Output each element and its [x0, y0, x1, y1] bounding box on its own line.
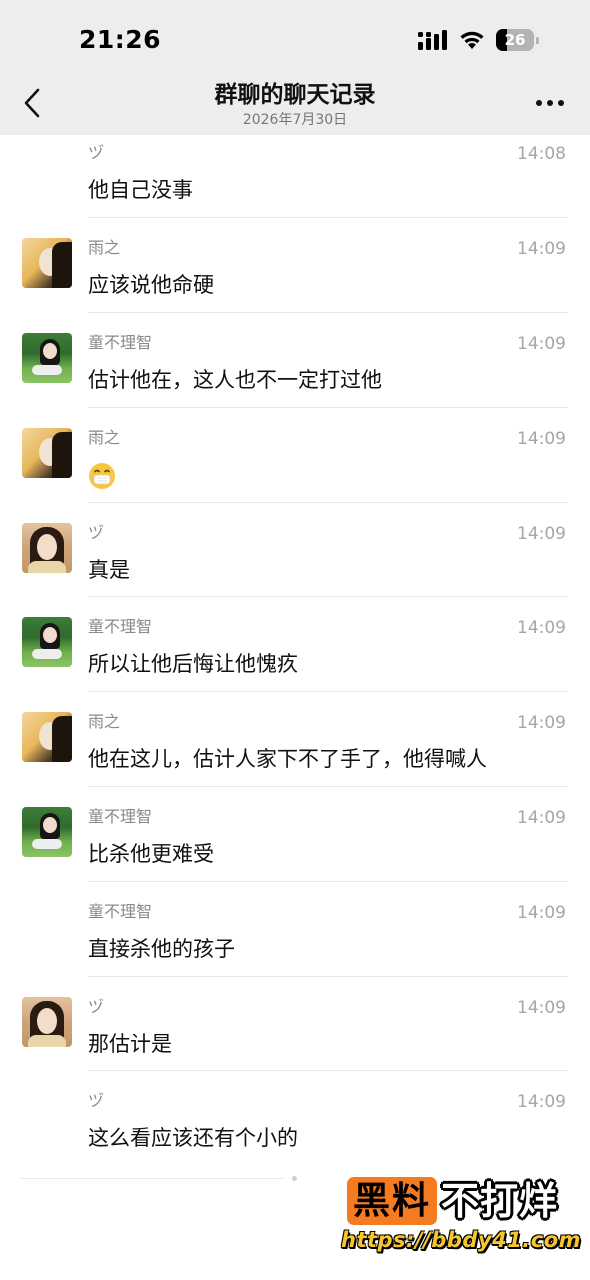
- message-text: 真是: [88, 558, 130, 582]
- divider: [88, 407, 568, 408]
- wifi-icon: [460, 31, 484, 49]
- message-item[interactable]: 童不理智 14:09 直接杀他的孩子: [0, 902, 590, 997]
- avatar[interactable]: [22, 617, 72, 667]
- page-subtitle-date: 2026年7月30日: [242, 112, 348, 128]
- message-time: 14:08: [517, 144, 566, 164]
- battery-level: 26: [504, 31, 526, 49]
- divider: [88, 691, 568, 692]
- watermark-brand-highlight: 黑料: [353, 1179, 431, 1222]
- avatar[interactable]: [22, 807, 72, 857]
- message-text: 这么看应该还有个小的: [88, 1126, 298, 1150]
- message-item[interactable]: 雨之 14:09 他在这儿，估计人家下不了手了，他得喊人: [0, 712, 590, 807]
- message-time: 14:09: [517, 429, 566, 449]
- message-time: 14:09: [517, 903, 566, 923]
- more-horizontal-icon: [536, 100, 542, 106]
- chevron-left-icon: [24, 88, 40, 118]
- message-time: 14:09: [517, 713, 566, 733]
- sender-name: 童不理智: [88, 333, 153, 352]
- status-bar: 21:26 26: [0, 0, 590, 78]
- message-text: 那估计是: [88, 1032, 172, 1056]
- divider: [88, 1070, 568, 1071]
- avatar[interactable]: [22, 523, 72, 573]
- divider: [88, 976, 568, 977]
- sender-name: 雨之: [88, 238, 121, 257]
- top-bar-area: 21:26 26 群聊的聊天记录 2026年7月30日: [0, 0, 590, 135]
- title-block: 群聊的聊天记录 2026年7月30日: [100, 80, 490, 129]
- navigation-bar: 群聊的聊天记录 2026年7月30日: [0, 78, 590, 135]
- sender-name: ヅ: [88, 997, 105, 1016]
- battery-icon: 26: [496, 29, 540, 51]
- avatar[interactable]: [22, 997, 72, 1047]
- message-text: 他在这儿，估计人家下不了手了，他得喊人: [88, 747, 487, 771]
- message-item[interactable]: 童不理智 14:09 估计他在，这人也不一定打过他: [0, 333, 590, 428]
- more-options-button[interactable]: [530, 90, 570, 116]
- back-button[interactable]: [12, 78, 52, 128]
- watermark-logo: 黑料 不打烊 https://bbdy41.com: [335, 1170, 582, 1270]
- divider: [88, 786, 568, 787]
- message-text: 比杀他更难受: [88, 842, 214, 866]
- message-time: 14:09: [517, 618, 566, 638]
- list-end-dot: [292, 1176, 297, 1181]
- avatar[interactable]: [22, 428, 72, 478]
- message-time: 14:09: [517, 239, 566, 259]
- divider: [88, 502, 568, 503]
- list-end-divider: [20, 1178, 285, 1179]
- message-time: 14:09: [517, 524, 566, 544]
- sender-name: 童不理智: [88, 807, 153, 826]
- message-item[interactable]: ヅ 14:08 他自己没事: [0, 143, 590, 238]
- message-time: 14:09: [517, 1092, 566, 1112]
- sender-name: ヅ: [88, 143, 105, 162]
- sender-name: 童不理智: [88, 902, 153, 921]
- divider: [88, 312, 568, 313]
- avatar[interactable]: [22, 333, 72, 383]
- sender-name: ヅ: [88, 523, 105, 542]
- message-item[interactable]: ヅ 14:09 那估计是: [0, 997, 590, 1092]
- sender-name: ヅ: [88, 1091, 105, 1110]
- message-text: 直接杀他的孩子: [88, 937, 235, 961]
- cellular-signal-icon: [418, 30, 447, 50]
- message-item[interactable]: ヅ 14:09 真是: [0, 523, 590, 618]
- watermark-brand-rest: 不打烊: [441, 1179, 559, 1223]
- message-time: 14:09: [517, 808, 566, 828]
- message-item[interactable]: 雨之 14:09: [0, 428, 590, 523]
- status-icons: 26: [418, 28, 540, 52]
- message-item[interactable]: 童不理智 14:09 所以让他后悔让他愧疚: [0, 617, 590, 712]
- avatar[interactable]: [22, 712, 72, 762]
- sender-name: 童不理智: [88, 617, 153, 636]
- watermark-url: https://bbdy41.com: [341, 1228, 582, 1252]
- message-time: 14:09: [517, 998, 566, 1018]
- page-title: 群聊的聊天记录: [214, 82, 376, 108]
- mask-face-emoji-icon: [89, 463, 115, 489]
- divider: [88, 596, 568, 597]
- sender-name: 雨之: [88, 428, 121, 447]
- message-text: 他自己没事: [88, 178, 193, 202]
- message-time: 14:09: [517, 334, 566, 354]
- divider: [88, 217, 568, 218]
- status-time: 21:26: [79, 25, 162, 54]
- message-item[interactable]: 雨之 14:09 应该说他命硬: [0, 238, 590, 333]
- message-text: 应该说他命硬: [88, 273, 214, 297]
- message-text: 估计他在，这人也不一定打过他: [88, 368, 382, 392]
- avatar[interactable]: [22, 238, 72, 288]
- sender-name: 雨之: [88, 712, 121, 731]
- message-item[interactable]: 童不理智 14:09 比杀他更难受: [0, 807, 590, 902]
- divider: [88, 881, 568, 882]
- message-text: 所以让他后悔让他愧疚: [88, 652, 298, 676]
